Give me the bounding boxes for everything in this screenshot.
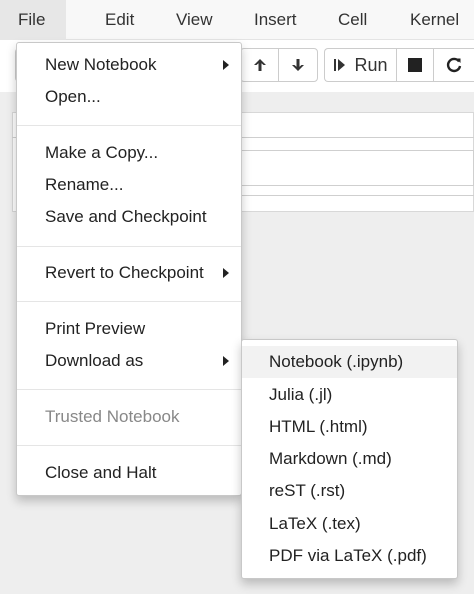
close-halt-label: Close and Halt <box>45 463 157 482</box>
new-notebook-label: New Notebook <box>45 55 157 74</box>
menu-divider <box>17 445 241 446</box>
menu-divider <box>17 246 241 247</box>
revert-checkpoint-item[interactable]: Revert to Checkpoint <box>17 257 241 289</box>
file-menu-dropdown: New Notebook Open... Make a Copy... Rena… <box>16 42 242 496</box>
toolbar-group-run: Run <box>324 48 474 82</box>
menu-cell[interactable]: Cell <box>338 0 367 40</box>
stop-icon <box>408 58 422 72</box>
trusted-notebook-item: Trusted Notebook <box>17 401 241 433</box>
rename-item[interactable]: Rename... <box>17 169 241 201</box>
open-label: Open... <box>45 87 101 106</box>
caret-right-icon <box>223 60 229 70</box>
step-forward-icon <box>334 59 346 71</box>
toolbar-group-move <box>240 48 318 82</box>
menubar: File Edit View Insert Cell Kernel <box>0 0 474 40</box>
rename-label: Rename... <box>45 175 124 194</box>
open-item[interactable]: Open... <box>17 81 241 113</box>
print-preview-item[interactable]: Print Preview <box>17 313 241 345</box>
restart-icon <box>446 57 462 73</box>
download-as-submenu: Notebook (.ipynb) Julia (.jl) HTML (.htm… <box>241 339 458 579</box>
download-ipynb-item[interactable]: Notebook (.ipynb) <box>242 346 457 378</box>
menu-view[interactable]: View <box>176 0 213 40</box>
new-notebook-item[interactable]: New Notebook <box>17 49 241 81</box>
notebook-line <box>230 195 474 196</box>
restart-button[interactable] <box>434 49 474 81</box>
download-as-item[interactable]: Download as <box>17 345 241 377</box>
move-up-button[interactable] <box>241 49 279 81</box>
save-checkpoint-item[interactable]: Save and Checkpoint <box>17 201 241 233</box>
make-copy-label: Make a Copy... <box>45 143 159 162</box>
menu-edit[interactable]: Edit <box>105 0 134 40</box>
menu-kernel[interactable]: Kernel <box>410 0 459 40</box>
notebook-cell[interactable] <box>230 150 474 186</box>
download-rst-item[interactable]: reST (.rst) <box>242 475 457 507</box>
trusted-notebook-label: Trusted Notebook <box>45 407 180 426</box>
revert-checkpoint-label: Revert to Checkpoint <box>45 263 204 282</box>
caret-right-icon <box>223 268 229 278</box>
caret-right-icon <box>223 356 229 366</box>
stop-button[interactable] <box>397 49 434 81</box>
download-jl-item[interactable]: Julia (.jl) <box>242 379 457 411</box>
download-md-item[interactable]: Markdown (.md) <box>242 443 457 475</box>
arrow-up-icon <box>253 59 266 71</box>
arrow-down-icon <box>292 59 304 71</box>
print-preview-label: Print Preview <box>45 319 146 338</box>
save-checkpoint-label: Save and Checkpoint <box>45 207 207 226</box>
download-html-item[interactable]: HTML (.html) <box>242 411 457 443</box>
menu-file[interactable]: File <box>0 0 66 40</box>
run-button[interactable]: Run <box>325 49 397 81</box>
close-halt-item[interactable]: Close and Halt <box>17 457 241 489</box>
make-copy-item[interactable]: Make a Copy... <box>17 137 241 169</box>
download-pdf-item[interactable]: PDF via LaTeX (.pdf) <box>242 540 457 572</box>
move-down-button[interactable] <box>279 49 317 81</box>
menu-divider <box>17 389 241 390</box>
menu-divider <box>17 125 241 126</box>
download-tex-item[interactable]: LaTeX (.tex) <box>242 508 457 540</box>
download-as-label: Download as <box>45 351 144 370</box>
menu-insert[interactable]: Insert <box>254 0 297 40</box>
run-label: Run <box>354 54 388 75</box>
menu-divider <box>17 301 241 302</box>
